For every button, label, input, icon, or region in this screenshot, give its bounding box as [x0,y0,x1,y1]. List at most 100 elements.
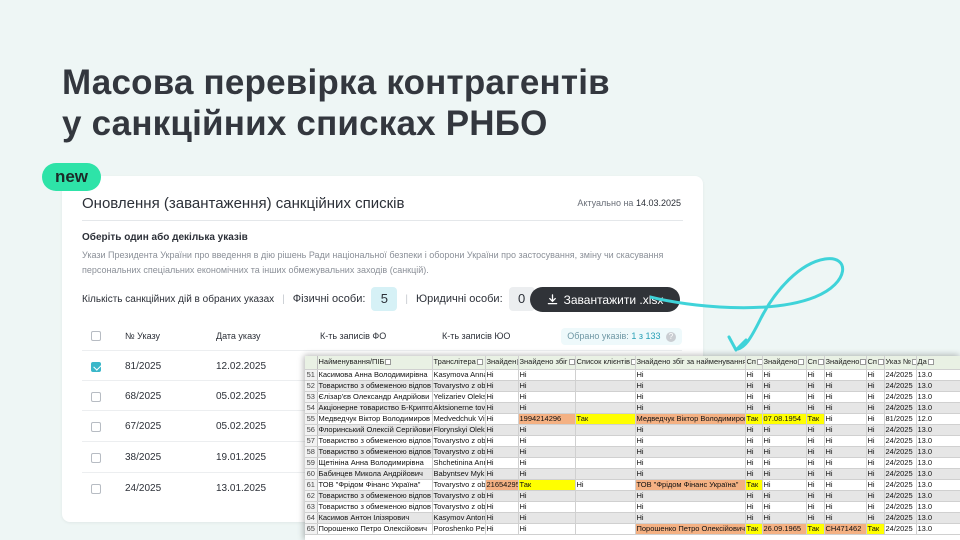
sheet-cell[interactable]: Poroshenko Pet [432,523,486,535]
sheet-cell[interactable] [575,369,636,381]
sheet-cell[interactable]: Ні [762,391,807,403]
sheet-cell[interactable]: Ні [824,391,867,403]
sheet-cell[interactable]: Ні [806,446,825,458]
sheet-cell[interactable]: Ні [866,380,885,392]
sheet-cell[interactable]: Ні [762,402,807,414]
sheet-cell[interactable]: 13.0 [916,380,960,392]
sheet-cell[interactable]: Ні [762,380,807,392]
sheet-cell[interactable]: Ні [866,512,885,524]
filter-dropdown-icon[interactable] [912,359,915,366]
sheet-cell[interactable]: Ні [745,501,763,513]
sheet-cell[interactable] [575,512,636,524]
sheet-cell[interactable]: Ні [806,369,825,381]
sheet-cell[interactable]: 24/2025 [884,369,917,381]
sheet-cell[interactable]: Ні [518,380,576,392]
sheet-cell[interactable]: 13.0 [916,479,960,491]
sheet-cell[interactable]: Ні [635,468,746,480]
sheet-cell[interactable]: 24/2025 [884,435,917,447]
sheet-cell[interactable]: Ні [866,501,885,513]
sheet-cell[interactable]: Ні [485,413,519,425]
sheet-cell[interactable]: Ні [824,501,867,513]
sheet-cell[interactable]: Ні [762,479,807,491]
filter-dropdown-icon[interactable] [860,359,865,366]
sheet-row[interactable]: 63 Товариство з обмеженою відпов Tovarystv… [305,501,960,513]
sheet-cell[interactable]: Флоринський Олексій Сергійович [317,424,433,436]
sheet-cell[interactable]: 24/2025 [884,391,917,403]
sheet-cell[interactable]: Kasymov Anton [432,512,486,524]
sheet-cell[interactable]: Ні [866,435,885,447]
sheet-cell[interactable]: Ні [824,402,867,414]
sheet-cell[interactable]: Ні [824,457,867,469]
sheet-cell[interactable]: Ні [824,435,867,447]
sheet-cell[interactable]: Ні [806,512,825,524]
sheet-header-cell[interactable]: Сп [745,356,763,370]
sheet-cell[interactable]: Так [806,523,825,535]
filter-dropdown-icon[interactable] [385,359,392,366]
sheet-cell[interactable]: Ні [635,512,746,524]
sheet-cell[interactable] [575,380,636,392]
sheet-cell[interactable]: 24/2025 [884,523,917,535]
sheet-cell[interactable]: Так [806,413,825,425]
sheet-row[interactable]: 56 Флоринський Олексій Сергійович Florynsk… [305,424,960,436]
sheet-cell[interactable]: Ні [518,468,576,480]
sheet-cell[interactable]: 13.0 [916,391,960,403]
row-checkbox[interactable] [91,392,101,402]
sheet-header-cell[interactable]: Сп [806,356,825,370]
filter-dropdown-icon[interactable] [817,359,823,366]
sheet-cell[interactable]: Щетініна Анна Володимирівна [317,457,433,469]
sheet-cell[interactable]: Ні [806,435,825,447]
sheet-header-cell[interactable]: Знайден [485,356,519,370]
sheet-row[interactable]: 64 Касимов Антон Ілізярович Kasymov Anton Н… [305,512,960,524]
sheet-cell[interactable]: 24/2025 [884,446,917,458]
sheet-cell[interactable]: Ні [806,402,825,414]
sheet-header-cell[interactable]: Знайдено [824,356,867,370]
sheet-cell[interactable]: Ні [635,446,746,458]
sheet-cell[interactable]: 81/2025 [884,413,917,425]
sheet-cell[interactable]: Ні [745,490,763,502]
sheet-cell[interactable]: Ні [824,446,867,458]
sheet-header-cell[interactable]: Да [916,356,960,370]
sheet-cell[interactable]: Ні [745,424,763,436]
sheet-cell[interactable]: Так [575,413,636,425]
sheet-cell[interactable]: Ні [635,391,746,403]
sheet-cell[interactable] [575,457,636,469]
sheet-cell[interactable]: Ні [824,490,867,502]
sheet-cell[interactable]: Ні [806,479,825,491]
filter-dropdown-icon[interactable] [877,359,883,366]
sheet-cell[interactable]: 13.0 [916,424,960,436]
sheet-cell[interactable]: Tovarystvo z ob [432,435,486,447]
sheet-header-cell[interactable]: Указ № [884,356,917,370]
row-checkbox[interactable] [91,484,101,494]
sheet-cell[interactable] [575,391,636,403]
sheet-cell[interactable]: Ні [762,446,807,458]
sheet-row[interactable]: 59 Щетініна Анна Володимирівна Shchetinina… [305,457,960,469]
sheet-cell[interactable]: Так [745,413,763,425]
sheet-cell[interactable]: Товариство з обмеженою відпов [317,435,433,447]
sheet-cell[interactable]: Ні [485,490,519,502]
sheet-cell[interactable]: Yelizariev Oleks [432,391,486,403]
sheet-cell[interactable]: Ні [635,402,746,414]
sheet-cell[interactable]: Ні [745,369,763,381]
sheet-cell[interactable]: Ні [485,435,519,447]
sheet-cell[interactable]: Товариство з обмеженою відпов [317,501,433,513]
sheet-cell[interactable]: Ні [762,512,807,524]
sheet-row[interactable]: 65 Порошенко Петро Олексійович Poroshenko … [305,523,960,535]
filter-dropdown-icon[interactable] [631,359,634,366]
sheet-cell[interactable]: Так [745,523,763,535]
sheet-cell[interactable]: 24/2025 [884,457,917,469]
sheet-cell[interactable]: Tovarystvo z ob [432,380,486,392]
sheet-cell[interactable]: Ні [485,523,519,535]
sheet-cell[interactable]: 24/2025 [884,479,917,491]
sheet-cell[interactable]: Ні [745,468,763,480]
sheet-cell[interactable]: Ні [762,490,807,502]
sheet-cell[interactable]: Касимов Антон Ілізярович [317,512,433,524]
sheet-header-cell[interactable]: Знайдено [762,356,807,370]
sheet-row[interactable]: 52 Товариство з обмеженою відпов Tovarystv… [305,380,960,392]
help-icon[interactable]: ? [666,332,676,342]
sheet-cell[interactable]: 24/2025 [884,468,917,480]
sheet-cell[interactable]: 13.0 [916,457,960,469]
sheet-cell[interactable]: 13.0 [916,523,960,535]
sheet-cell[interactable]: Shchetinina Ann [432,457,486,469]
row-checkbox-checked[interactable] [91,362,101,372]
sheet-row[interactable]: 57 Товариство з обмеженою відпов Tovarystv… [305,435,960,447]
